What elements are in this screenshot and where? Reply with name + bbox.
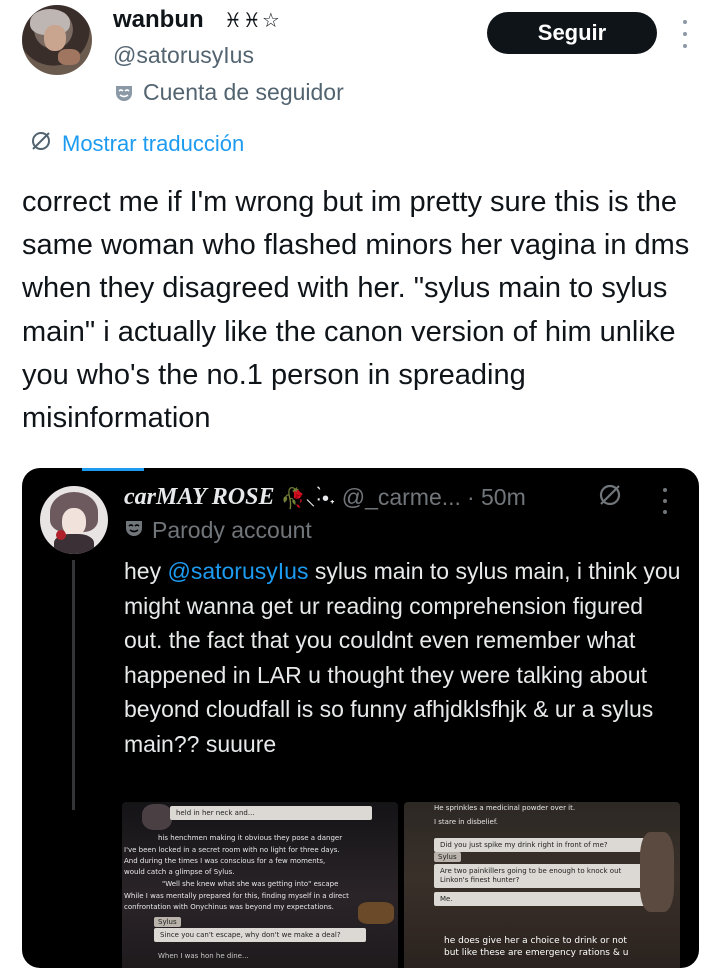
globe-slash-icon xyxy=(30,130,52,157)
image-text-line: "Well she knew what she was getting into… xyxy=(162,880,339,888)
quoted-avatar[interactable] xyxy=(40,486,108,554)
image-text-line: he does give her a choice to drink or no… xyxy=(444,936,627,946)
mention-link[interactable]: @satorusyIus xyxy=(167,558,308,584)
image-text-line: would catch a glimpse of Sylus. xyxy=(124,868,235,876)
speaker-name: Sylus xyxy=(154,917,181,927)
mask-icon xyxy=(124,518,144,543)
speech-bubble: Are two painkillers going to be enough t… xyxy=(434,864,646,888)
attached-image-2[interactable]: He sprinkles a medicinal powder over it.… xyxy=(404,802,680,968)
image-text-line: While I was mentally prepared for this, … xyxy=(124,892,349,900)
avatar[interactable] xyxy=(22,5,92,75)
highlight-bar xyxy=(82,468,144,471)
account-label: Cuenta de seguidor xyxy=(113,79,344,106)
show-translation-link[interactable]: Mostrar traducción xyxy=(30,130,244,157)
tweet-text: correct me if I'm wrong but im pretty su… xyxy=(22,186,690,435)
display-name[interactable]: wanbun xyxy=(113,6,204,34)
parody-label: Parody account xyxy=(124,517,312,544)
quoted-handle[interactable]: @_carme... xyxy=(342,484,461,511)
image-text-line: I stare in disbelief. xyxy=(434,818,498,826)
quoted-text-prefix: hey xyxy=(124,558,168,584)
image-text-line: And during the times I was conscious for… xyxy=(124,857,326,865)
quoted-display-name[interactable]: carMAY ROSE xyxy=(124,484,274,511)
mask-icon xyxy=(113,82,135,104)
speech-bubble: Since you can't escape, why don't we mak… xyxy=(154,928,366,942)
image-text-line: I've been locked in a secret room with n… xyxy=(124,846,340,854)
quoted-header: carMAY ROSE 🥀⸜·̀•˖ @_carme... · 50m xyxy=(124,484,526,511)
thread-line xyxy=(72,560,75,810)
image-text-line: confrontation with Onychinus was beyond … xyxy=(124,903,334,911)
quoted-timestamp[interactable]: · 50m xyxy=(467,484,526,511)
attached-image-1[interactable]: held in her neck and... his henchmen mak… xyxy=(122,802,398,968)
follow-button[interactable]: Seguir xyxy=(487,12,657,54)
image-text-line: but like these are emergency rations & u xyxy=(444,948,629,958)
parody-label-text: Parody account xyxy=(152,517,312,543)
speaker-name: Sylus xyxy=(434,852,461,862)
display-name-decoration: ♓︎♓︎☆ xyxy=(224,10,281,32)
account-label-text: Cuenta de seguidor xyxy=(143,79,344,105)
speech-bubble: Me. xyxy=(434,892,646,906)
user-handle[interactable]: @satorusyIus xyxy=(113,42,254,69)
speech-bubble: Did you just spike my drink right in fro… xyxy=(434,838,646,852)
show-translation-label[interactable]: Mostrar traducción xyxy=(62,131,244,157)
image-text-line: He sprinkles a medicinal powder over it. xyxy=(434,804,576,812)
globe-slash-icon[interactable] xyxy=(597,482,623,513)
more-options-icon[interactable] xyxy=(676,20,694,48)
image-caption: held in her neck and... xyxy=(170,806,372,820)
quoted-tweet-card[interactable]: carMAY ROSE 🥀⸜·̀•˖ @_carme... · 50m Paro… xyxy=(22,468,699,968)
quoted-name-decoration: 🥀⸜·̀•˖ xyxy=(280,488,336,510)
image-text-line: his henchmen making it obvious they pose… xyxy=(158,834,343,842)
image-text-line: When I was hon he dine... xyxy=(158,952,249,960)
quoted-text-body: sylus main to sylus main, i think you mi… xyxy=(124,558,681,757)
quoted-tweet-text: hey @satorusyIus sylus main to sylus mai… xyxy=(124,554,684,761)
quoted-more-options-icon[interactable] xyxy=(662,488,668,514)
